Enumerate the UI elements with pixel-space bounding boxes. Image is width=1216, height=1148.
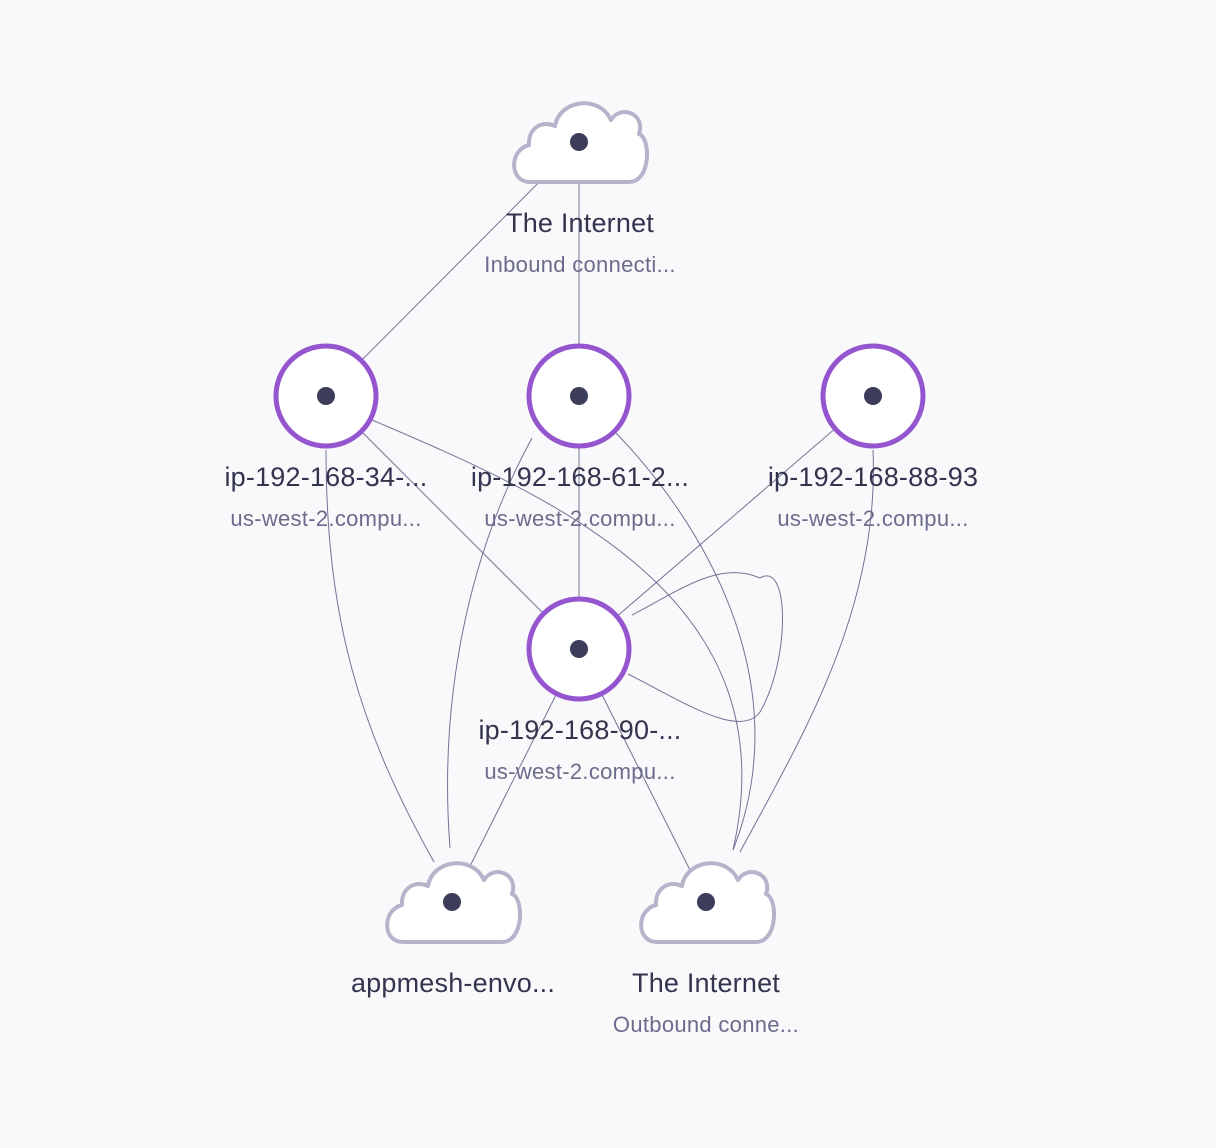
node-subtitle: us-west-2.compu...	[777, 506, 969, 531]
node-label-host-88[interactable]: ip-192-168-88-93 us-west-2.compu...	[723, 460, 1023, 534]
node-label-internet-out[interactable]: The Internet Outbound conne...	[556, 966, 856, 1040]
node-host-61[interactable]	[526, 343, 632, 449]
node-internet-in[interactable]	[512, 101, 650, 184]
node-center-dot-icon	[317, 387, 335, 405]
node-title: The Internet	[632, 968, 780, 998]
node-center-dot-icon	[570, 387, 588, 405]
node-host-90[interactable]	[526, 596, 632, 702]
node-appmesh[interactable]	[385, 861, 523, 944]
node-subtitle: us-west-2.compu...	[484, 759, 676, 784]
node-subtitle: Outbound conne...	[612, 1012, 800, 1037]
network-topology-diagram: The Internet Inbound connecti... ip-192-…	[0, 0, 1216, 1148]
node-host-88[interactable]	[820, 343, 926, 449]
node-label-host-90[interactable]: ip-192-168-90-... us-west-2.compu...	[430, 713, 730, 787]
node-host-34[interactable]	[273, 343, 379, 449]
node-title: ip-192-168-88-93	[767, 462, 979, 492]
node-label-host-61[interactable]: ip-192-168-61-2... us-west-2.compu...	[430, 460, 730, 534]
edge-host-90-to-host-90	[627, 572, 783, 723]
node-center-dot-icon	[443, 893, 461, 911]
node-center-dot-icon	[864, 387, 882, 405]
node-center-dot-icon	[570, 640, 588, 658]
node-label-internet-in[interactable]: The Internet Inbound connecti...	[430, 206, 730, 280]
node-internet-out[interactable]	[639, 861, 777, 944]
node-title: The Internet	[506, 208, 654, 238]
node-center-dot-icon	[570, 133, 588, 151]
node-center-dot-icon	[697, 893, 715, 911]
node-subtitle: Inbound connecti...	[484, 252, 676, 277]
node-subtitle: us-west-2.compu...	[484, 506, 676, 531]
node-title: ip-192-168-90-...	[478, 715, 682, 745]
node-title: ip-192-168-61-2...	[470, 462, 690, 492]
